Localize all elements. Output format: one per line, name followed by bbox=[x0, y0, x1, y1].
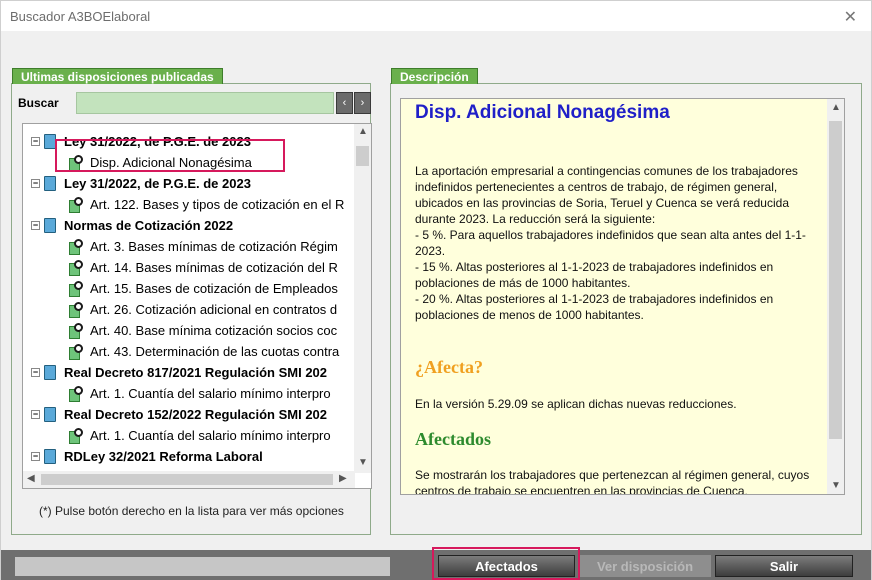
search-next-button[interactable]: › bbox=[354, 92, 371, 114]
tree-item-label: Art. 1. Cuantía del salario mínimo inter… bbox=[90, 386, 331, 401]
tree-item-label: Ley 31/2022, de P.G.E. de 2023 bbox=[64, 176, 251, 191]
tree-item-label: Normas de Cotización 2022 bbox=[64, 218, 234, 233]
search-input[interactable] bbox=[76, 92, 334, 114]
collapse-toggle-icon[interactable]: − bbox=[31, 221, 40, 230]
book-icon bbox=[44, 407, 56, 422]
tree-item-label: Art. 40. Base mínima cotización socios c… bbox=[90, 323, 338, 338]
description-scroll-thumb[interactable] bbox=[829, 121, 842, 439]
context-menu-hint: (*) Pulse botón derecho en la lista para… bbox=[39, 504, 344, 518]
tree-horizontal-scrollbar[interactable]: ◀ ▶ bbox=[23, 471, 355, 488]
tree-item-label: Art. 3. Bases mínimas de cotización Régi… bbox=[90, 239, 338, 254]
collapse-toggle-icon[interactable]: − bbox=[31, 410, 40, 419]
description-content: Disp. Adicional Nonagésima La aportación… bbox=[400, 98, 845, 495]
salir-button[interactable]: Salir bbox=[715, 555, 853, 577]
close-icon[interactable]: ✕ bbox=[844, 7, 857, 26]
tree-item[interactable]: Art. 40. Base mínima cotización socios c… bbox=[67, 320, 337, 341]
tree-group[interactable]: − Normas de Cotización 2022 bbox=[31, 215, 233, 236]
document-search-icon bbox=[67, 301, 85, 318]
tree-item[interactable]: Art. 3. Bases mínimas de cotización Régi… bbox=[67, 236, 338, 257]
tree-item[interactable]: Art. 14. Bases mínimas de cotización del… bbox=[67, 257, 338, 278]
tree-group[interactable]: − RDLey 32/2021 Reforma Laboral bbox=[31, 446, 263, 467]
latest-dispositions-header: Ultimas disposiciones publicadas bbox=[12, 68, 223, 84]
book-icon bbox=[44, 218, 56, 233]
book-icon bbox=[44, 365, 56, 380]
window-title: Buscador A3BOElaboral bbox=[10, 8, 151, 24]
tree-item-label: Art. 14. Bases mínimas de cotización del… bbox=[90, 260, 338, 275]
afecta-text: En la versión 5.29.09 se aplican dichas … bbox=[415, 397, 737, 411]
tree-group[interactable]: − Real Decreto 152/2022 Regulación SMI 20… bbox=[31, 404, 327, 425]
tree-item[interactable]: Art. 122. Bases y tipos de cotización en… bbox=[67, 194, 344, 215]
tree-item-label: Art. 26. Cotización adicional en contrat… bbox=[90, 302, 338, 317]
selected-item-highlight bbox=[55, 139, 285, 172]
description-scrollbar[interactable]: ▲ ▼ bbox=[827, 99, 844, 494]
tree-group[interactable]: − Real Decreto 817/2021 Regulación SMI 20… bbox=[31, 362, 327, 383]
tree-item[interactable]: Art. 15. Bases de cotización de Empleado… bbox=[67, 278, 338, 299]
dispositions-tree[interactable]: − Ley 31/2022, de P.G.E. de 2023 Disp. Adi… bbox=[22, 123, 372, 489]
afectados-heading: Afectados bbox=[415, 429, 491, 449]
document-search-icon bbox=[67, 427, 85, 444]
tree-item-label: Real Decreto 817/2021 Regulación SMI 202 bbox=[64, 365, 328, 380]
tree-item-label: Real Decreto 152/2022 Regulación SMI 202 bbox=[64, 407, 328, 422]
app-window: Buscador A3BOElaboral ✕ Ultimas disposic… bbox=[0, 0, 872, 580]
collapse-toggle-icon[interactable]: − bbox=[31, 137, 40, 146]
ver-disposicion-button[interactable]: Ver disposición bbox=[579, 555, 711, 577]
document-search-icon bbox=[67, 343, 85, 360]
document-search-icon bbox=[67, 385, 85, 402]
document-search-icon bbox=[67, 196, 85, 213]
document-search-icon bbox=[67, 238, 85, 255]
description-title: Disp. Adicional Nonagésima bbox=[415, 102, 670, 123]
tree-item[interactable]: Art. 43. Determinación de las cuotas con… bbox=[67, 341, 339, 362]
tree-scroll-thumb[interactable] bbox=[356, 146, 369, 166]
tree-item-label: Art. 43. Determinación de las cuotas con… bbox=[90, 344, 340, 359]
search-label: Buscar bbox=[18, 96, 59, 110]
tree-vertical-scrollbar[interactable]: ▲ ▼ bbox=[354, 124, 371, 473]
tree-item-label: Art. 15. Bases de cotización de Empleado… bbox=[90, 281, 338, 296]
document-search-icon bbox=[67, 280, 85, 297]
collapse-toggle-icon[interactable]: − bbox=[31, 452, 40, 461]
title-bar: Buscador A3BOElaboral ✕ bbox=[1, 1, 871, 31]
tree-item[interactable]: Art. 1. Cuantía del salario mínimo inter… bbox=[67, 425, 331, 446]
description-header: Descripción bbox=[391, 68, 478, 84]
afectados-button-highlight bbox=[432, 547, 580, 580]
status-field bbox=[15, 557, 390, 576]
search-prev-button[interactable]: ‹ bbox=[336, 92, 353, 114]
tree-item-label: Art. 122. Bases y tipos de cotización en… bbox=[90, 197, 345, 212]
tree-item-label: Art. 1. Cuantía del salario mínimo inter… bbox=[90, 428, 331, 443]
tree-item[interactable]: Art. 1. Cuantía del salario mínimo inter… bbox=[67, 383, 331, 404]
collapse-toggle-icon[interactable]: − bbox=[31, 179, 40, 188]
tree-item-label: RDLey 32/2021 Reforma Laboral bbox=[64, 449, 263, 464]
tree-hscroll-thumb[interactable] bbox=[41, 474, 333, 485]
book-icon bbox=[44, 176, 56, 191]
book-icon bbox=[44, 449, 56, 464]
collapse-toggle-icon[interactable]: − bbox=[31, 368, 40, 377]
description-body: La aportación empresarial a contingencia… bbox=[415, 164, 806, 322]
afectados-text: Se mostrarán los trabajadores que perten… bbox=[415, 468, 810, 495]
afecta-heading: ¿Afecta? bbox=[415, 357, 483, 377]
document-search-icon bbox=[67, 322, 85, 339]
tree-group[interactable]: − Ley 31/2022, de P.G.E. de 2023 bbox=[31, 173, 251, 194]
tree-item[interactable]: Art. 26. Cotización adicional en contrat… bbox=[67, 299, 337, 320]
document-search-icon bbox=[67, 259, 85, 276]
